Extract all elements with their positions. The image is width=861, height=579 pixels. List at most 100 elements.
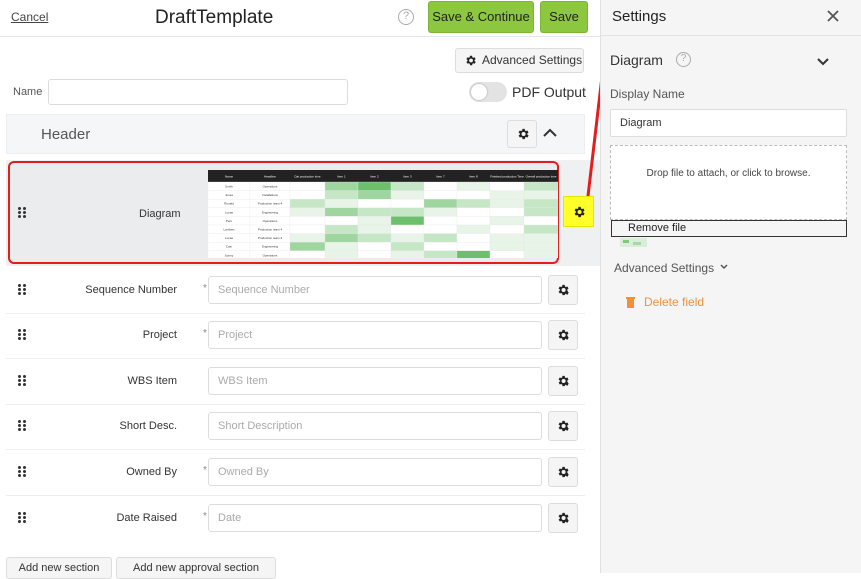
field-label: Project (142, 329, 177, 341)
preview-cell-text: Operations (263, 185, 278, 189)
preview-cell (423, 199, 458, 208)
gear-icon (518, 128, 529, 140)
advanced-settings-label: Advanced Settings (482, 53, 583, 67)
preview-cell (289, 181, 326, 191)
field-label: Owned By (126, 466, 177, 478)
preview-cell (523, 216, 559, 226)
drag-handle-icon[interactable] (18, 207, 26, 219)
preview-cell-text: Operations (263, 219, 278, 223)
preview-cell (357, 216, 392, 226)
gear-icon (574, 206, 585, 218)
field-settings-button[interactable] (548, 503, 578, 533)
gear-icon (558, 284, 569, 296)
name-input[interactable] (48, 79, 348, 105)
field-input[interactable]: Sequence Number (208, 276, 542, 304)
gear-icon (558, 512, 569, 524)
preview-cell (357, 224, 392, 234)
preview-cell (489, 224, 525, 234)
preview-cell (423, 250, 458, 260)
preview-cell (289, 216, 326, 226)
gear-icon (466, 55, 476, 66)
gear-icon (558, 375, 569, 387)
advanced-settings-button[interactable]: Advanced Settings (455, 48, 584, 73)
preview-cell (523, 190, 559, 200)
preview-cell (423, 181, 458, 191)
row-divider (6, 358, 585, 359)
preview-cell (489, 216, 525, 226)
preview-cell (324, 190, 359, 200)
preview-cell (324, 233, 359, 243)
preview-header-text: Item 2 (370, 175, 379, 179)
preview-cell-text: Ronald (224, 202, 234, 206)
preview-cell (324, 242, 359, 251)
preview-cell (390, 199, 425, 208)
field-input[interactable]: Short Description (208, 412, 542, 440)
preview-cell-text: Smith (225, 185, 233, 189)
field-label: Date Raised (116, 512, 177, 524)
preview-cell (423, 233, 458, 243)
help-icon[interactable]: ? (676, 52, 691, 67)
diagram-settings-button[interactable] (563, 196, 594, 227)
preview-cell (357, 233, 392, 243)
remove-file-button[interactable]: Remove file (611, 220, 847, 237)
preview-cell (523, 242, 559, 251)
preview-cell (390, 233, 425, 243)
chevron-up-icon[interactable] (543, 126, 557, 140)
field-settings-button[interactable] (548, 275, 578, 305)
field-input[interactable]: WBS Item (208, 367, 542, 395)
field-settings-button[interactable] (548, 320, 578, 350)
field-marker: * (203, 283, 207, 294)
field-label: Short Desc. (119, 420, 177, 432)
field-settings-button[interactable] (548, 411, 578, 441)
add-approval-section-button[interactable]: Add new approval section (116, 557, 276, 579)
help-icon[interactable]: ? (398, 9, 414, 25)
advanced-settings-toggle[interactable]: Advanced Settings (614, 261, 729, 275)
pdf-output-toggle[interactable] (469, 82, 507, 102)
delete-field-link[interactable]: Delete field (644, 295, 704, 309)
display-name-input[interactable]: Diagram (610, 109, 847, 137)
field-marker: * (203, 328, 207, 339)
preview-cell (324, 250, 359, 260)
preview-cell (324, 199, 359, 208)
preview-cell (456, 181, 491, 191)
preview-cell-text: Production team 4 (258, 228, 283, 232)
field-input[interactable]: Project (208, 321, 542, 349)
field-input[interactable]: Owned By (208, 458, 542, 486)
field-input[interactable]: Date (208, 504, 542, 532)
section-settings-button[interactable] (507, 120, 537, 148)
preview-cell (489, 199, 525, 208)
display-name-label: Display Name (610, 87, 685, 101)
preview-cell-text: Lucas (225, 236, 234, 240)
preview-cell (324, 224, 359, 234)
field-type-heading: Diagram (610, 52, 663, 68)
preview-cell (289, 250, 326, 260)
preview-cell (523, 224, 559, 234)
preview-cell (489, 242, 525, 251)
preview-cell (324, 181, 359, 191)
preview-cell (456, 207, 491, 217)
preview-cell (289, 190, 326, 200)
settings-divider (601, 35, 861, 36)
preview-cell-text: Peru (226, 219, 233, 223)
preview-cell (456, 224, 491, 234)
field-settings-button[interactable] (548, 366, 578, 396)
cancel-link[interactable]: Cancel (11, 10, 48, 24)
preview-cell (523, 250, 559, 260)
preview-cell (423, 207, 458, 217)
row-divider (6, 404, 585, 405)
preview-cell (289, 233, 326, 243)
section-title: Header (41, 126, 91, 143)
preview-header-text: Finished production Time (490, 175, 524, 179)
add-new-section-button[interactable]: Add new section (6, 557, 112, 579)
preview-cell (489, 250, 525, 260)
advanced-settings-label: Advanced Settings (614, 261, 715, 275)
chevron-down-icon[interactable] (816, 54, 830, 68)
field-settings-button[interactable] (548, 457, 578, 487)
save-and-continue-button[interactable]: Save & Continue (428, 1, 534, 33)
preview-cell (456, 242, 491, 251)
preview-cell-text: Lambert (223, 228, 234, 232)
close-icon[interactable] (825, 8, 841, 24)
preview-cell-text: Engineering (262, 245, 278, 249)
settings-title: Settings (612, 8, 667, 25)
file-dropzone[interactable]: Drop file to attach, or click to browse. (610, 145, 847, 220)
